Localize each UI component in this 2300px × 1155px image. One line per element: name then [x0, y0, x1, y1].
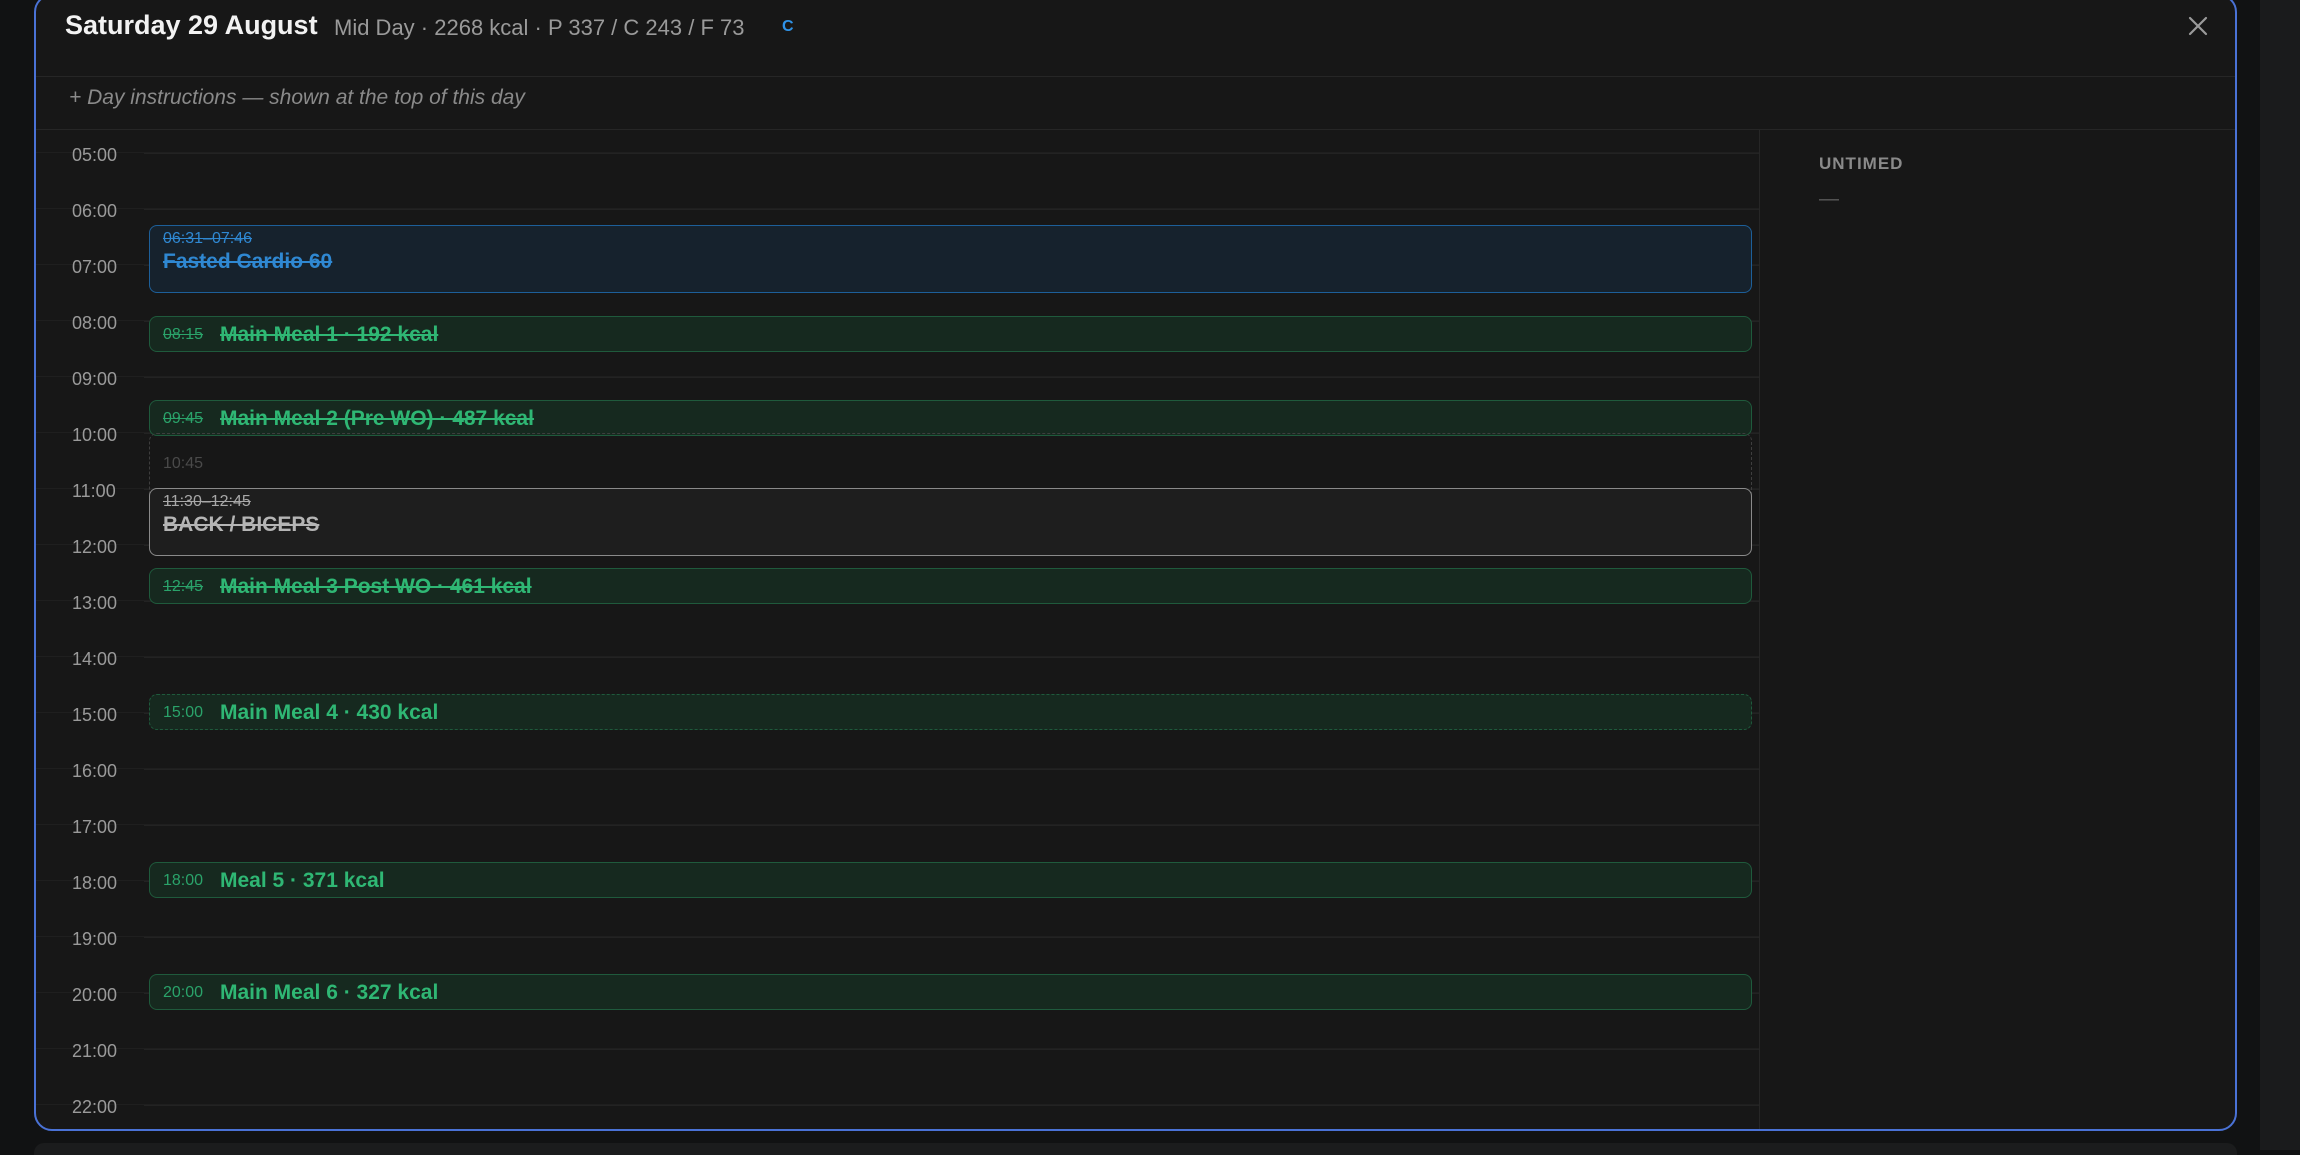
hour-label: 13:00: [72, 593, 118, 613]
event-time: 12:45: [163, 578, 204, 595]
hour-line: [144, 1105, 1759, 1106]
hour-line: [144, 1049, 1759, 1050]
close-icon: [2188, 16, 2208, 36]
event-time: 15:00: [163, 704, 204, 721]
hour-label: 18:00: [72, 873, 118, 893]
hour-row: 05:00: [36, 145, 1759, 209]
hour-label: 09:00: [72, 369, 118, 389]
untimed-panel: UNTIMED —: [1819, 154, 1903, 211]
hour-line: [144, 657, 1759, 658]
hour-label: 08:00: [72, 313, 118, 333]
hour-label: 11:00: [72, 481, 116, 501]
hour-label: 05:00: [72, 145, 118, 165]
day-detail-modal: Saturday 29 August Mid Day · 2268 kcal ·…: [34, 0, 2237, 1131]
day-summary: Mid Day · 2268 kcal · P 337 / C 243 / F …: [334, 15, 745, 40]
modal-header: Saturday 29 August Mid Day · 2268 kcal ·…: [36, 0, 2235, 77]
meal-event[interactable]: 18:00 Meal 5 · 371 kcal: [149, 862, 1752, 898]
hour-row: 16:00: [36, 761, 1759, 825]
event-title: Main Meal 1 · 192 kcal: [220, 323, 439, 346]
event-title: Main Meal 6 · 327 kcal: [220, 981, 439, 1004]
hour-label: 20:00: [72, 985, 118, 1005]
hour-line: [144, 153, 1759, 154]
hour-line: [144, 825, 1759, 826]
hour-label: 17:00: [72, 817, 118, 837]
hour-label: 19:00: [72, 929, 118, 949]
event-time: 11:30–12:45: [163, 493, 251, 510]
event-time: 20:00: [163, 984, 204, 1001]
hour-label: 10:00: [72, 425, 118, 445]
close-button[interactable]: [2178, 6, 2218, 46]
hour-row: 13:00: [36, 593, 1759, 657]
event-title: Fasted Cardio 60: [163, 249, 333, 273]
workout-event[interactable]: 11:30–12:45 BACK / BICEPS: [149, 488, 1752, 556]
hour-label: 12:00: [72, 537, 118, 557]
day-instructions-placeholder[interactable]: + Day instructions — shown at the top of…: [69, 86, 525, 110]
hour-line: [144, 377, 1759, 378]
event-time: 10:45: [163, 455, 204, 472]
day-badge[interactable]: C: [782, 18, 794, 36]
event-title: BACK / BICEPS: [163, 513, 320, 536]
bottom-panel-edge: [34, 1143, 2237, 1155]
untimed-title: UNTIMED: [1819, 154, 1904, 173]
event-title: Main Meal 4 · 430 kcal: [220, 701, 439, 724]
meal-event[interactable]: 09:45 Main Meal 2 (Pre WO) · 487 kcal: [149, 400, 1752, 436]
hour-line: [144, 769, 1759, 770]
hour-line: [144, 209, 1759, 210]
day-title: Saturday 29 August: [65, 10, 318, 40]
hour-line: [144, 937, 1759, 938]
hour-label: 21:00: [72, 1041, 118, 1061]
meal-event[interactable]: 20:00 Main Meal 6 · 327 kcal: [149, 974, 1752, 1010]
event-title: Main Meal 2 (Pre WO) · 487 kcal: [220, 407, 534, 430]
hour-label: 07:00: [72, 257, 118, 277]
event-title: Meal 5 · 371 kcal: [220, 869, 385, 892]
event-time: 06:31–07:46: [163, 229, 252, 247]
meal-event[interactable]: 12:45 Main Meal 3 Post WO · 461 kcal: [149, 568, 1752, 604]
hour-row: 22:00: [36, 1097, 1759, 1129]
event-title: Main Meal 3 Post WO · 461 kcal: [220, 575, 532, 598]
hour-label: 14:00: [72, 649, 118, 669]
hour-label: 06:00: [72, 201, 118, 221]
event-time: 08:15: [163, 326, 204, 343]
event-time: 18:00: [163, 872, 204, 889]
day-instructions[interactable]: + Day instructions — shown at the top of…: [36, 76, 2235, 130]
event-time: 09:45: [163, 410, 204, 427]
hour-label: 22:00: [72, 1097, 118, 1117]
cardio-event[interactable]: 06:31–07:46 Fasted Cardio 60: [149, 224, 1752, 293]
hour-label: 16:00: [72, 761, 118, 781]
hour-row: 21:00: [36, 1041, 1759, 1105]
day-timeline: 05:00 06:00 07:00 08:00 09:00 10:00 11:00 12:00…: [36, 129, 1760, 1129]
meal-event[interactable]: 15:00 Main Meal 4 · 430 kcal: [149, 694, 1752, 730]
page-scroll-strip: [2260, 0, 2300, 1150]
untimed-empty: —: [1819, 188, 1839, 210]
hour-label: 15:00: [72, 705, 118, 725]
meal-event[interactable]: 08:15 Main Meal 1 · 192 kcal: [149, 316, 1752, 352]
